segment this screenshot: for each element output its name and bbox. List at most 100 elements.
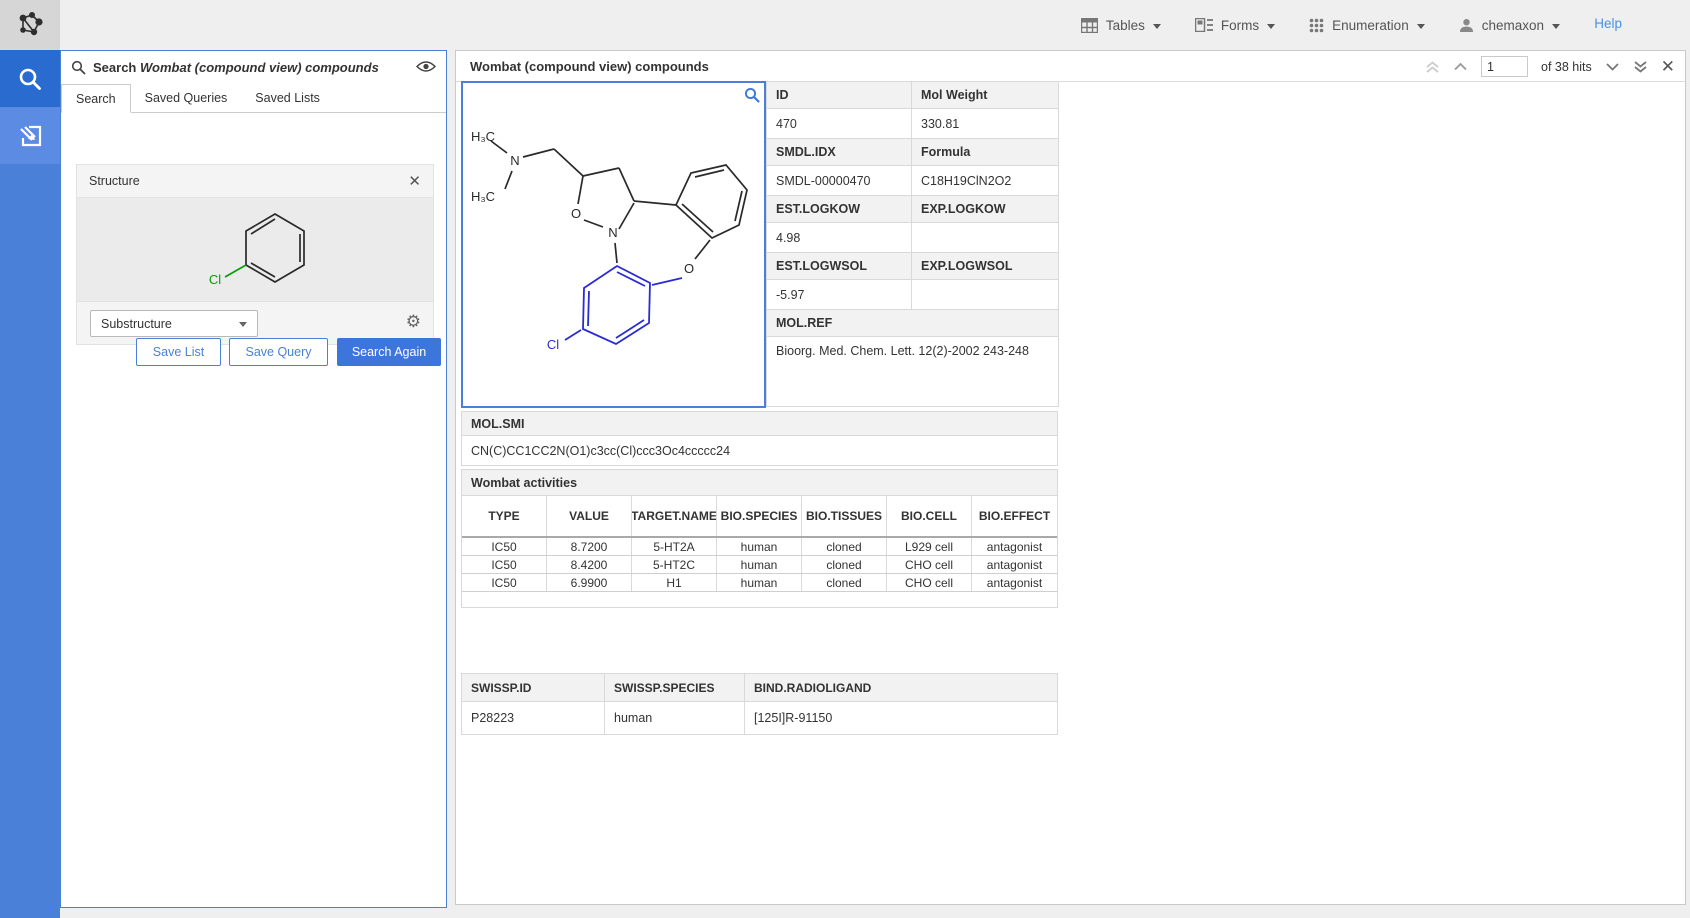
chevron-down-icon [1552,24,1560,29]
table-row[interactable]: IC50 8.4200 5-HT2C human cloned CHO cell… [462,556,1057,574]
table-cell: 6.9900 [547,574,632,591]
close-icon[interactable]: ✕ [408,174,421,189]
structure-card: Structure ✕ Cl Substructure [76,164,434,345]
field-label: ID [767,82,912,109]
column-header[interactable]: BIO.CELL [887,496,972,536]
chevron-down-icon [1417,24,1425,29]
sidebar [0,50,60,918]
table-cell: 8.4200 [547,556,632,573]
tab-saved-lists[interactable]: Saved Lists [241,84,334,112]
forms-icon [1195,18,1213,32]
app-logo[interactable] [0,0,60,50]
table-cell: cloned [802,574,887,591]
search-panel: Search Wombat (compound view) compounds … [60,50,447,908]
table-cell: IC50 [462,574,547,591]
next-record-button[interactable] [1605,62,1620,71]
field-label: SMDL.IDX [767,139,912,166]
chevron-down-icon [1605,62,1620,71]
sidebar-item-search[interactable] [0,50,60,107]
field-label: Formula [912,139,1059,166]
structure-card-title: Structure [89,174,140,188]
field-value[interactable]: SMDL-00000470 [767,166,912,196]
table-cell: 5-HT2A [632,538,717,555]
table-row[interactable]: IC50 6.9900 H1 human cloned CHO cell ant… [462,574,1057,592]
query-cl-label: Cl [209,272,221,287]
save-query-button[interactable]: Save Query [229,338,328,366]
search-panel-header: Search Wombat (compound view) compounds [61,51,446,84]
field-value[interactable]: Bioorg. Med. Chem. Lett. 12(2)-2002 243-… [767,337,1059,407]
chevron-double-up-icon [1425,60,1440,74]
search-icon [71,60,86,75]
chevron-down-icon [1267,24,1275,29]
chevron-double-down-icon [1633,60,1648,74]
atom-label: N [608,225,617,240]
table-row[interactable]: P28223 human [125I]R-91150 [462,702,1057,734]
menu-tables[interactable]: Tables [1081,18,1161,33]
column-header[interactable]: SWISSP.SPECIES [605,674,745,701]
field-value[interactable]: -5.97 [767,280,912,310]
table-cell: CHO cell [887,574,972,591]
field-value[interactable] [912,223,1059,253]
activities-title: Wombat activities [461,469,1058,496]
menu-forms-label: Forms [1221,18,1259,33]
atom-label: O [571,206,581,221]
menu-forms[interactable]: Forms [1195,18,1275,33]
results-panel: Wombat (compound view) compounds of 38 h… [455,50,1686,905]
table-cell: human [717,556,802,573]
molecule-drawing: H₃C H₃C N O N O Cl [463,83,764,406]
pager: of 38 hits ✕ [1425,51,1675,82]
magnify-structure-icon[interactable] [744,87,760,103]
table-cell: IC50 [462,556,547,573]
record-number-input[interactable] [1481,56,1528,77]
close-icon[interactable]: ✕ [1661,58,1675,75]
field-value[interactable]: 330.81 [912,109,1059,139]
field-value[interactable]: 4.98 [767,223,912,253]
swissprot-header-row: SWISSP.ID SWISSP.SPECIES BIND.RADIOLIGAN… [462,674,1057,702]
structure-card-header: Structure ✕ [77,165,433,198]
table-empty-space [462,592,1057,607]
field-value[interactable]: CN(C)CC1CC2N(O1)c3cc(Cl)ccc3Oc4ccccc24 [461,435,1058,466]
help-link[interactable]: Help [1594,16,1622,31]
column-header[interactable]: BIO.TISSUES [802,496,887,536]
user-icon [1459,18,1474,33]
first-record-button[interactable] [1425,60,1440,74]
table-cell: human [605,702,745,734]
search-type-select[interactable]: Substructure [90,310,258,337]
column-header[interactable]: BIO.SPECIES [717,496,802,536]
sidebar-item-export[interactable] [0,107,60,164]
table-cell: L929 cell [887,538,972,555]
menu-tables-label: Tables [1106,18,1145,33]
table-cell: human [717,538,802,555]
structure-cell[interactable]: H₃C H₃C N O N O Cl [461,81,766,408]
table-row[interactable]: IC50 8.7200 5-HT2A human cloned L929 cel… [462,538,1057,556]
structure-query-canvas[interactable]: Cl [77,198,433,301]
last-record-button[interactable] [1633,60,1648,74]
eye-icon[interactable] [416,59,436,74]
field-value[interactable]: 470 [767,109,912,139]
tab-saved-queries[interactable]: Saved Queries [131,84,242,112]
field-value[interactable] [912,280,1059,310]
search-again-button[interactable]: Search Again [337,338,441,366]
field-label: EST.LOGWSOL [767,253,912,280]
activities-header-row: TYPE VALUE TARGET.NAME BIO.SPECIES BIO.T… [462,496,1057,538]
column-header[interactable]: TARGET.NAME [632,496,717,536]
column-header[interactable]: VALUE [547,496,632,536]
previous-record-button[interactable] [1453,62,1468,71]
column-header[interactable]: SWISSP.ID [462,674,605,701]
atom-label: H₃C [471,189,495,204]
table-cell: 5-HT2C [632,556,717,573]
results-titlebar: Wombat (compound view) compounds of 38 h… [456,51,1685,82]
column-header[interactable]: BIND.RADIOLIGAND [745,674,1057,701]
table-cell: 8.7200 [547,538,632,555]
tab-search[interactable]: Search [61,84,131,113]
chevron-up-icon [1453,62,1468,71]
save-list-button[interactable]: Save List [136,338,221,366]
column-header[interactable]: BIO.EFFECT [972,496,1057,536]
atom-label: H₃C [471,129,495,144]
menu-enumeration[interactable]: Enumeration [1309,18,1425,33]
menu-user[interactable]: chemaxon [1459,18,1560,33]
gear-icon[interactable]: ⚙ [406,313,421,330]
column-header[interactable]: TYPE [462,496,547,536]
menu-user-label: chemaxon [1482,18,1544,33]
field-value[interactable]: C18H19ClN2O2 [912,166,1059,196]
